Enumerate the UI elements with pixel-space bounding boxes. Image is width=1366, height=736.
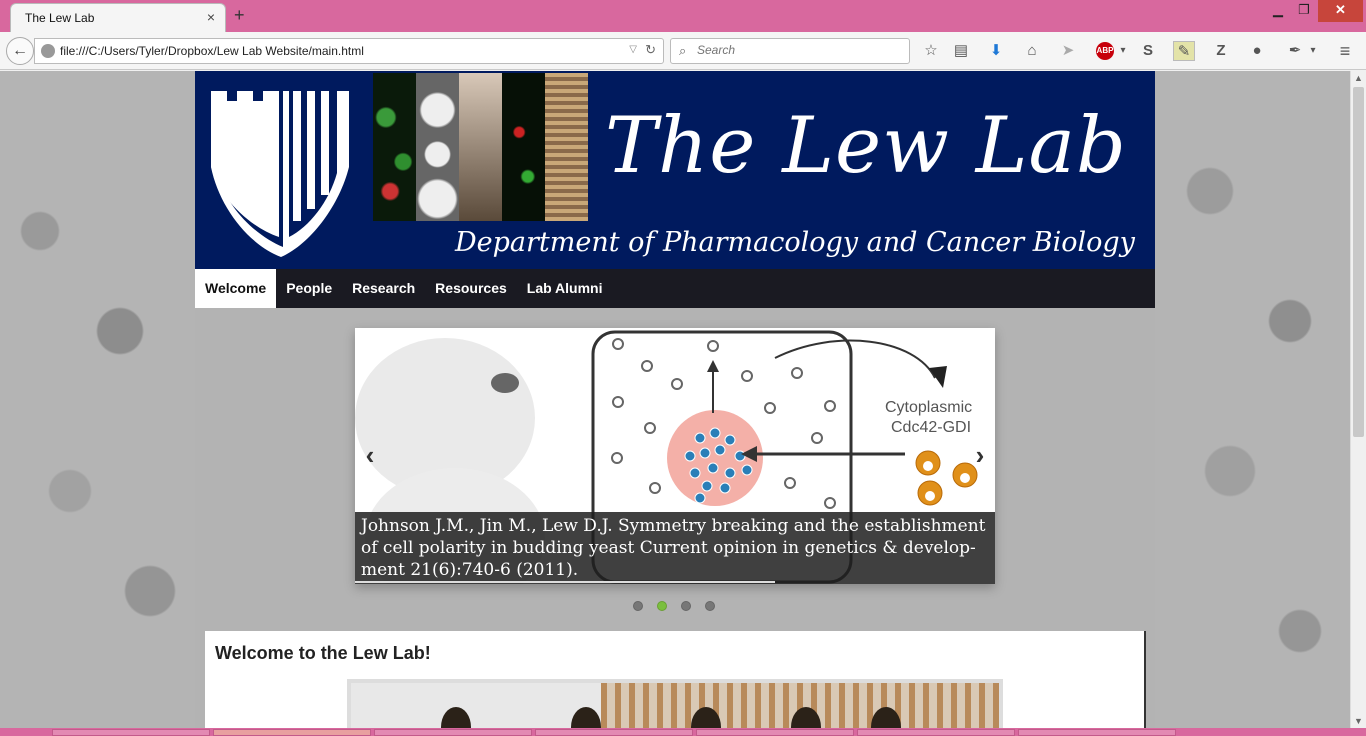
scroll-down-arrow-icon[interactable]: ▼ [1354, 716, 1363, 726]
zotero-icon[interactable]: Z [1210, 41, 1232, 61]
taskbar-item[interactable] [857, 729, 1015, 736]
download-icon[interactable]: ⬇ [985, 41, 1007, 61]
taskbar-item[interactable] [696, 729, 854, 736]
back-arrow-icon[interactable]: ← [6, 37, 34, 65]
site-menu: Welcome People Research Resources Lab Al… [195, 269, 1155, 308]
web-page: The Lew Lab Department of Pharmacology a… [0, 71, 1350, 728]
menu-item-welcome[interactable]: Welcome [195, 269, 277, 308]
home-icon[interactable]: ⌂ [1021, 41, 1043, 61]
taskbar-item[interactable] [535, 729, 693, 736]
chat-icon[interactable]: ● [1246, 41, 1268, 61]
address-bar[interactable]: file:///C:/Users/Tyler/Dropbox/Lew Lab W… [34, 38, 664, 64]
menu-item-people[interactable]: People [276, 269, 342, 308]
reading-list-icon[interactable]: ▤ [950, 41, 972, 61]
menu-item-resources[interactable]: Resources [425, 269, 517, 308]
department-title: Department of Pharmacology and Cancer Bi… [455, 227, 1135, 258]
globe-icon [41, 44, 55, 58]
scroll-up-arrow-icon[interactable]: ▲ [1354, 73, 1363, 83]
menu-item-research[interactable]: Research [342, 269, 425, 308]
site-banner: The Lew Lab Department of Pharmacology a… [195, 71, 1155, 269]
tools-dropdown-icon[interactable]: ▾ [1302, 41, 1324, 61]
slider-dot-2[interactable] [657, 601, 667, 611]
bookmark-star-icon[interactable]: ☆ [920, 41, 942, 61]
taskbar-item[interactable] [52, 729, 210, 736]
slider-dot-4[interactable] [705, 601, 715, 611]
maximize-button[interactable]: ❐ [1292, 0, 1316, 22]
scrollbar-thumb[interactable] [1353, 87, 1364, 437]
lab-group-photo [347, 679, 1003, 728]
welcome-section: Welcome to the Lew Lab! [205, 631, 1146, 728]
url-text[interactable]: file:///C:/Users/Tyler/Dropbox/Lew Lab W… [60, 44, 364, 58]
welcome-heading: Welcome to the Lew Lab! [215, 643, 431, 663]
tab-close-icon[interactable]: × [207, 10, 215, 24]
page-scrollbar[interactable]: ▲ ▼ [1350, 71, 1366, 728]
slider-dot-3[interactable] [681, 601, 691, 611]
taskbar-item[interactable] [374, 729, 532, 736]
adblock-dropdown-icon[interactable]: ▾ [1112, 41, 1134, 61]
send-icon[interactable]: ➤ [1057, 41, 1079, 61]
search-bar[interactable]: ⌕ [670, 38, 910, 64]
duke-shield-logo [211, 91, 349, 257]
search-input[interactable] [697, 43, 897, 57]
notes-icon[interactable]: ✎ [1173, 41, 1195, 61]
sync-icon[interactable]: S [1137, 41, 1159, 61]
browser-tab[interactable]: The Lew Lab × [10, 3, 226, 32]
browser-toolbar: ← file:///C:/Users/Tyler/Dropbox/Lew Lab… [0, 32, 1366, 70]
slider-pagination [633, 601, 715, 611]
reload-icon[interactable]: ↻ [645, 42, 656, 58]
search-icon: ⌕ [679, 43, 687, 58]
research-image-collage [373, 73, 588, 221]
tab-title: The Lew Lab [25, 11, 95, 25]
taskbar-item[interactable] [1018, 729, 1176, 736]
dropdown-arrow-icon[interactable]: ▽ [629, 44, 637, 55]
slide-progress-bar [355, 581, 775, 583]
image-slider[interactable]: Cytoplasmic Cdc42-GDI ‹ › Johnson J.M., … [355, 328, 995, 584]
new-tab-button[interactable]: + [234, 5, 245, 25]
minimize-button[interactable]: ▁ [1266, 0, 1290, 22]
site-title: The Lew Lab [605, 101, 1127, 191]
close-window-button[interactable]: ✕ [1318, 0, 1363, 22]
slider-next-arrow-icon[interactable]: › [965, 440, 995, 470]
browser-titlebar: The Lew Lab × + ▁ ❐ ✕ [0, 0, 1366, 32]
figure-label-cdc42: Cdc42-GDI [891, 419, 971, 436]
os-taskbar [0, 728, 1366, 736]
page-container: The Lew Lab Department of Pharmacology a… [195, 71, 1155, 728]
menu-icon[interactable]: ≡ [1334, 41, 1356, 61]
taskbar-item[interactable] [213, 729, 371, 736]
figure-label-cytoplasmic: Cytoplasmic [885, 399, 972, 416]
slider-prev-arrow-icon[interactable]: ‹ [355, 440, 385, 470]
slider-dot-1[interactable] [633, 601, 643, 611]
slide-caption: Johnson J.M., Jin M., Lew D.J. Symmetry … [355, 512, 995, 584]
menu-item-lab-alumni[interactable]: Lab Alumni [517, 269, 613, 308]
